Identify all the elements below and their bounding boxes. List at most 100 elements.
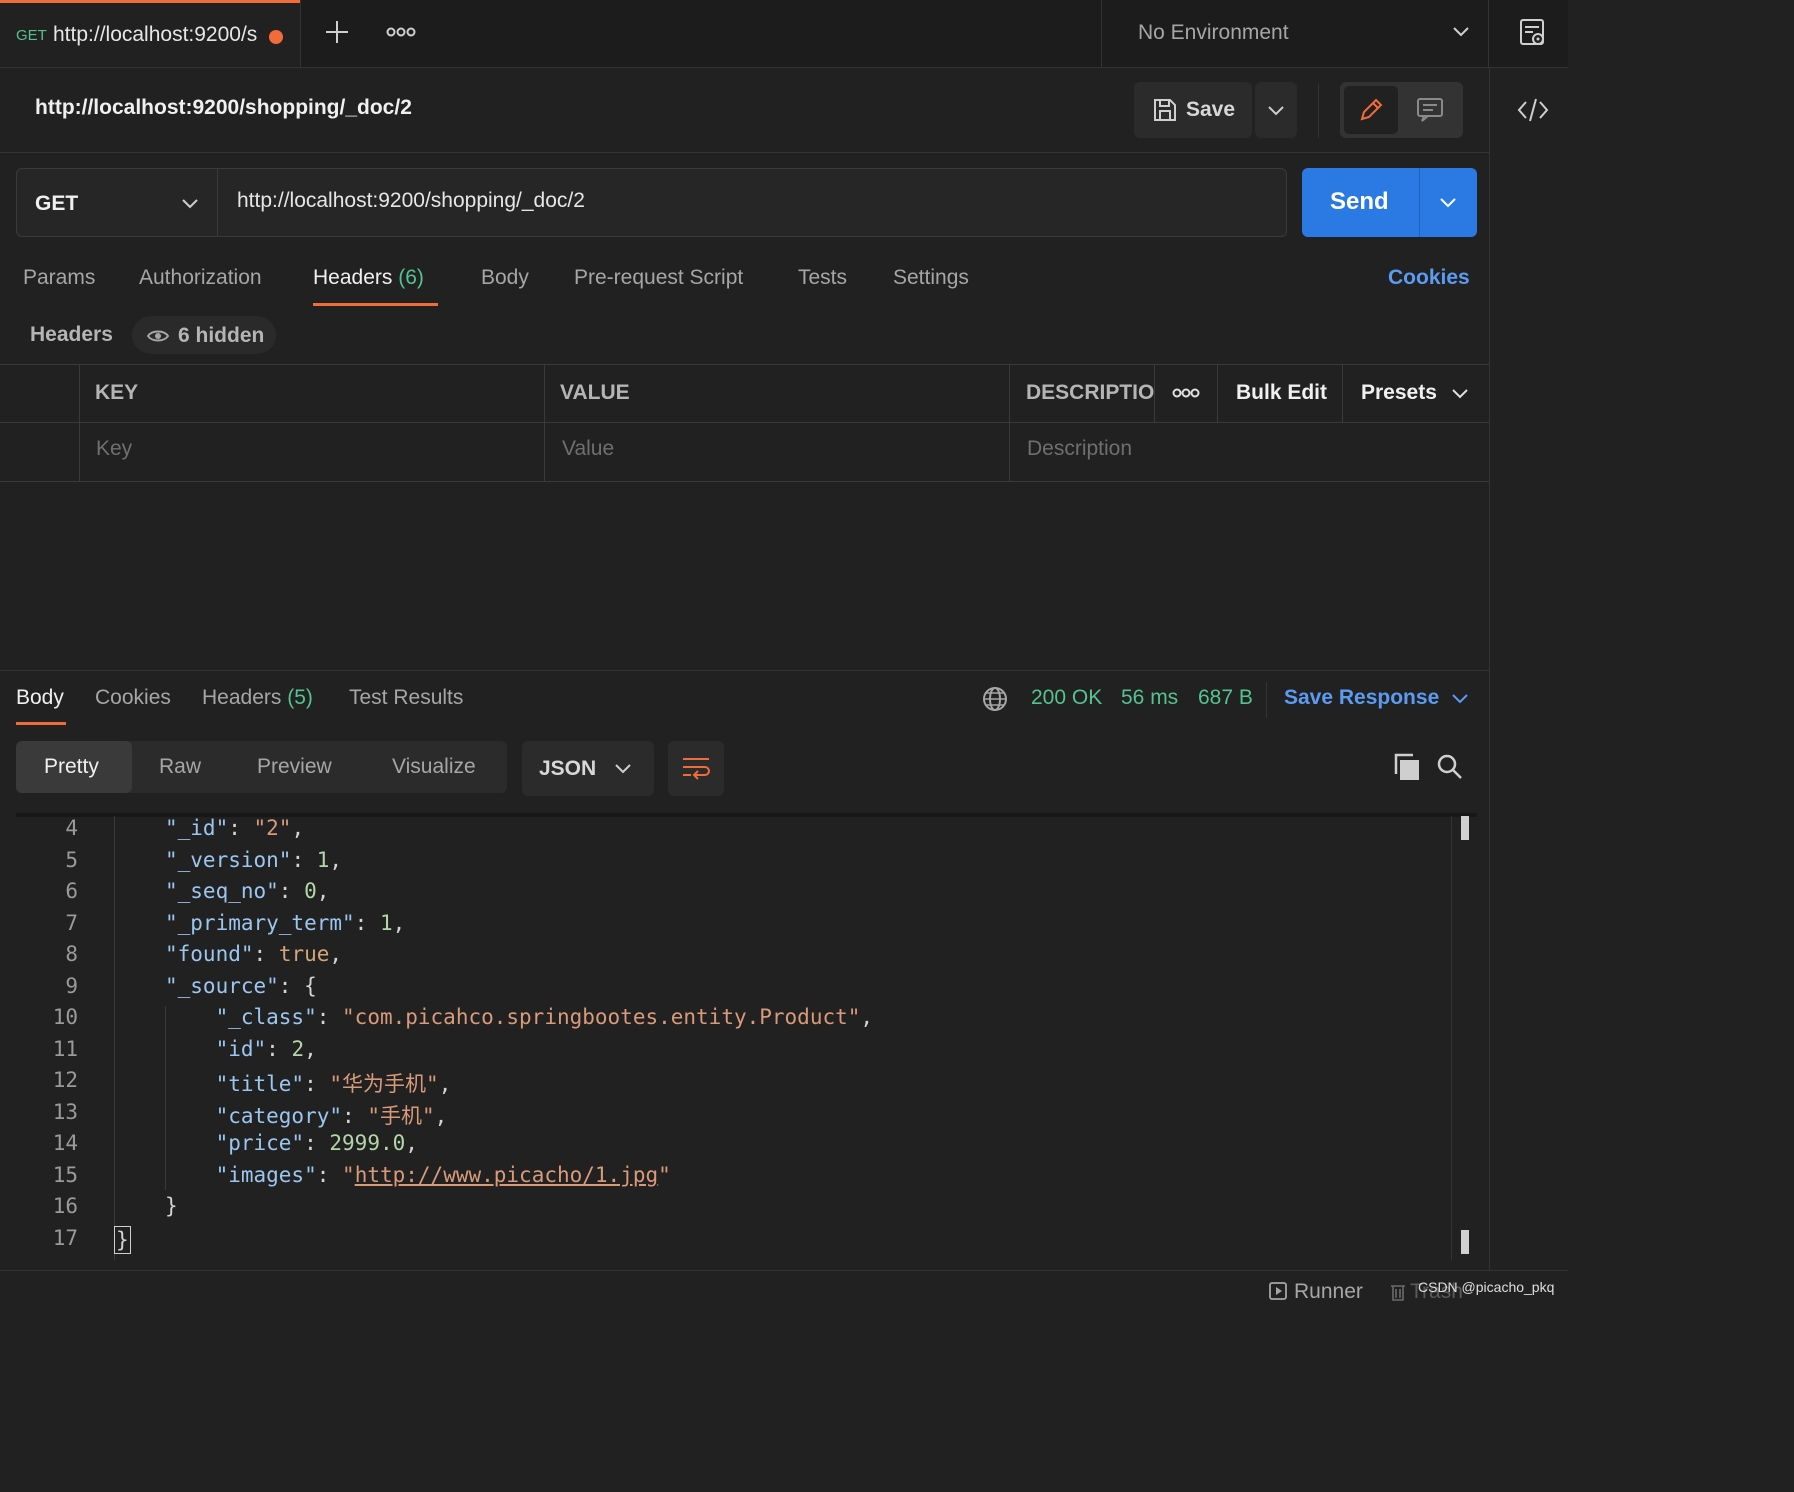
pretty-tab[interactable]: Pretty [16,741,132,793]
image-url-link[interactable]: http://www.picacho/1.jpg [355,1163,658,1187]
chevron-down-icon [181,197,199,211]
code-line: 11 "id": 2, [0,1037,1440,1069]
wrap-lines-button[interactable] [668,741,724,796]
response-tab-test-results[interactable]: Test Results [349,686,463,710]
line-number: 4 [65,816,78,840]
more-tabs-icon[interactable] [386,24,416,40]
tab-title: http://localhost:9200/s [53,23,258,46]
response-tab-body[interactable]: Body [16,686,64,710]
hidden-headers-toggle[interactable]: 6 hidden [132,316,276,354]
visualize-tab[interactable]: Visualize [392,755,476,779]
url-input[interactable]: http://localhost:9200/shopping/_doc/2 [237,189,585,213]
json-key: "_class" [215,1005,317,1029]
chevron-down-icon [614,762,632,776]
new-tab-plus-icon[interactable] [323,18,351,46]
more-options-icon[interactable] [1172,386,1200,400]
response-headers-label: Headers [202,686,282,709]
scrollbar-thumb-top[interactable] [1461,816,1469,840]
tab-pre-request-script[interactable]: Pre-request Script [574,266,743,290]
json-key: "id" [215,1037,267,1061]
code-line: 7 "_primary_term": 1, [0,911,1440,943]
pencil-icon [1358,97,1384,123]
response-active-tab-indicator [16,722,66,725]
code-line: 5 "_version": 1, [0,848,1440,880]
tab-headers-count: (6) [398,266,424,289]
line-number: 17 [52,1226,78,1250]
json-value: 2 [291,1037,305,1061]
scrollbar-thumb-bottom[interactable] [1461,1230,1469,1254]
trash-icon[interactable] [1389,1282,1407,1302]
chevron-down-icon [1451,387,1469,401]
send-options-chevron-icon[interactable] [1439,196,1457,210]
search-icon[interactable] [1436,753,1464,781]
preview-tab[interactable]: Preview [257,755,332,779]
cookies-link[interactable]: Cookies [1388,266,1470,290]
code-line: 16 } [0,1194,1440,1226]
code-snippet-icon[interactable] [1517,96,1549,124]
runner-button[interactable]: Runner [1294,1280,1363,1304]
chevron-down-icon[interactable] [1451,692,1469,706]
column-header-value: VALUE [560,381,630,404]
json-key: "_source" [165,974,279,998]
response-tab-headers[interactable]: Headers (5) [202,686,313,710]
response-body-editor[interactable]: 4 "_id": "2", 5 "_version": 1, 6 "_seq_n… [0,816,1470,1260]
line-number: 5 [65,848,78,872]
format-select[interactable]: JSON [522,741,654,796]
send-button[interactable]: Send [1330,188,1389,216]
save-button[interactable]: Save [1134,82,1252,138]
save-options-button[interactable] [1255,82,1297,138]
code-line: 8 "found": true, [0,942,1440,974]
tab-params[interactable]: Params [23,266,95,290]
environment-selector[interactable]: No Environment [1102,0,1487,67]
toolbar-divider [1318,84,1319,138]
table-col-divider [1009,365,1010,481]
code-line: 12 "title": "华为手机", [0,1068,1440,1100]
globe-icon[interactable] [982,686,1008,712]
environment-quick-look-icon[interactable] [1518,17,1548,49]
json-value: "2" [253,816,292,840]
raw-tab[interactable]: Raw [159,755,201,779]
json-key: "found" [165,942,254,966]
view-mode-tabs: Pretty Raw Preview Visualize [16,741,507,793]
edit-mode-button[interactable] [1344,86,1398,134]
request-tab[interactable]: GET http://localhost:9200/s [0,0,300,67]
tab-tests[interactable]: Tests [798,266,847,290]
response-separator[interactable] [0,670,1489,671]
json-key: "category" [215,1104,343,1128]
tab-authorization[interactable]: Authorization [139,266,262,290]
status-code[interactable]: 200 OK [1031,686,1102,710]
save-response-button[interactable]: Save Response [1284,686,1439,710]
method-select[interactable]: GET [17,169,218,236]
tab-headers[interactable]: Headers (6) [313,266,424,290]
scrollbar-track [1451,816,1452,1260]
response-size[interactable]: 687 B [1198,686,1253,710]
response-time[interactable]: 56 ms [1121,686,1178,710]
tab-settings[interactable]: Settings [893,266,969,290]
line-number: 16 [52,1194,78,1218]
view-mode-toggle [1340,82,1463,138]
eye-icon [146,328,170,344]
table-col-divider [1342,365,1343,422]
json-value: 1 [316,848,330,872]
code-line: 9 "_source": { [0,974,1440,1006]
code-line: 15 "images": "http://www.picacho/1.jpg" [0,1163,1440,1195]
line-number: 10 [52,1005,78,1029]
json-key: "title" [215,1072,305,1096]
request-name[interactable]: http://localhost:9200/shopping/_doc/2 [35,96,412,120]
response-tab-cookies[interactable]: Cookies [95,686,171,710]
value-input[interactable]: Value [562,437,614,461]
key-input[interactable]: Key [96,437,132,461]
line-number: 6 [65,879,78,903]
runner-icon[interactable] [1268,1281,1288,1301]
code-line: 4 "_id": "2", [0,816,1440,848]
json-value: "华为手机" [329,1072,439,1096]
tab-body[interactable]: Body [481,266,529,290]
environment-label: No Environment [1138,21,1289,44]
save-label: Save [1186,98,1236,121]
description-input[interactable]: Description [1027,437,1132,461]
copy-icon[interactable] [1393,752,1421,782]
cursor-brace: } [114,1226,131,1254]
bulk-edit-button[interactable]: Bulk Edit [1236,381,1327,405]
presets-button[interactable]: Presets [1361,381,1437,405]
comment-icon[interactable] [1416,96,1444,124]
